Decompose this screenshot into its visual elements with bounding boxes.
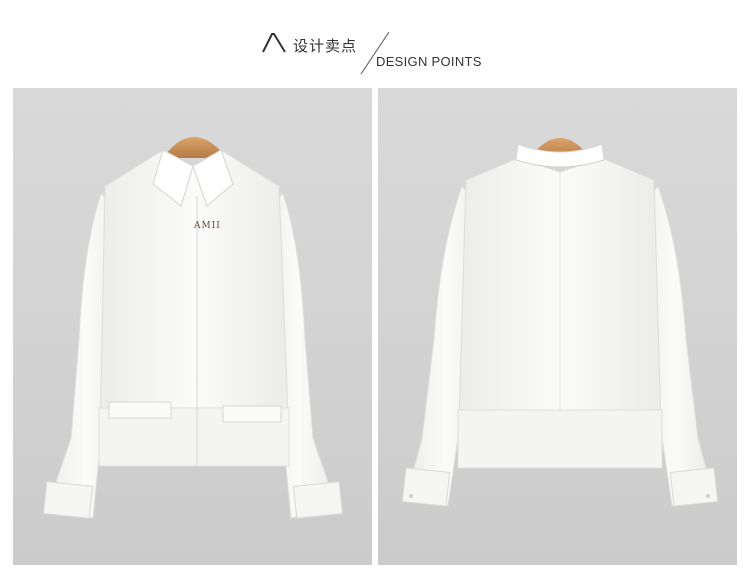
divider-slash [360,31,390,75]
design-points-header: 设计卖点 DESIGN POINTS [0,0,750,86]
hanger-brand-label: AMII [194,221,221,231]
section-title-en: DESIGN POINTS [376,54,482,69]
section-title-cn: 设计卖点 [293,37,358,55]
amii-chevron-logo-icon [262,33,286,53]
shirt-back-photo [378,88,737,565]
shirt-back-illustration [401,138,719,507]
shirt-front-photo: AMII [13,88,372,565]
shirt-front-illustration [42,137,344,519]
